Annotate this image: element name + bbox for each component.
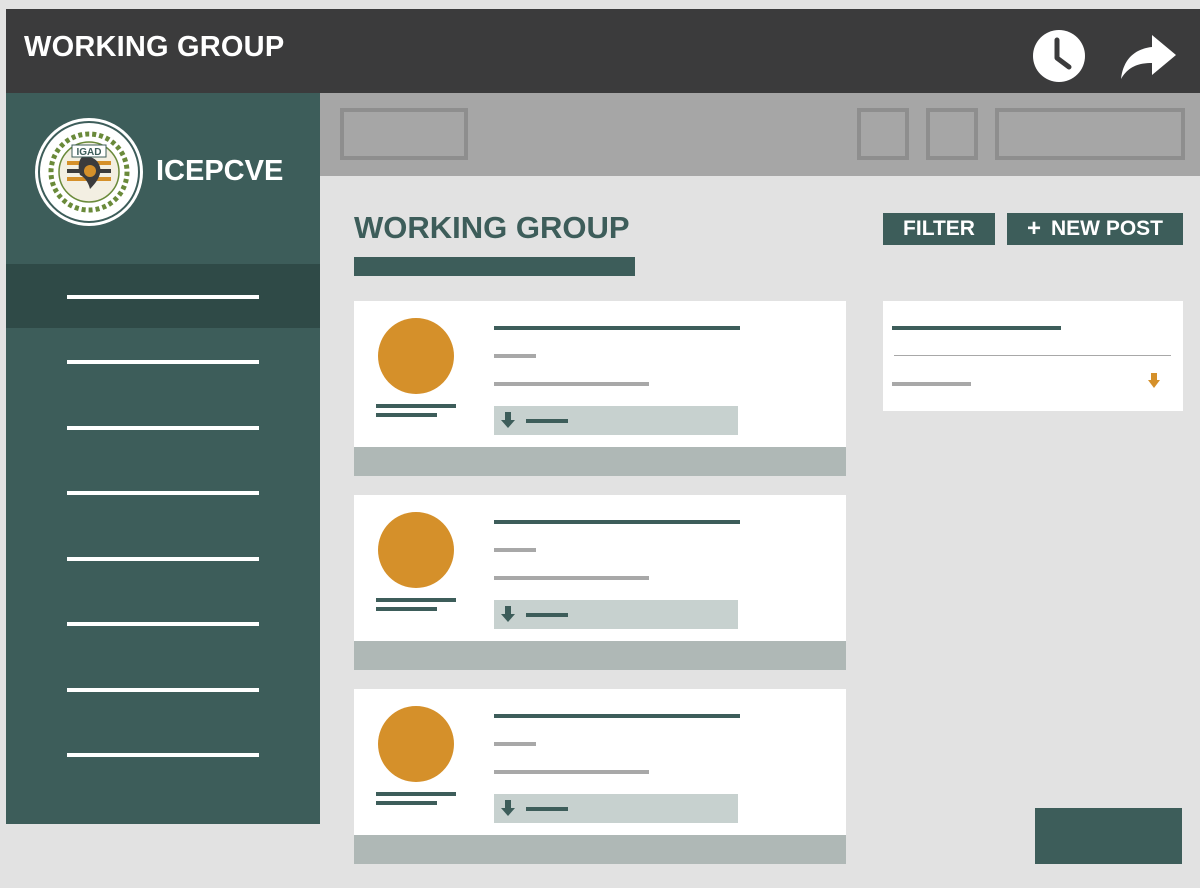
- author-line: [376, 598, 456, 602]
- sidebar-item-8[interactable]: [6, 722, 320, 786]
- post-card-footer: [354, 641, 846, 670]
- attachment-name-line: [526, 807, 568, 811]
- nav-placeholder-line: [67, 426, 259, 430]
- post-title-line: [494, 714, 740, 718]
- post-card[interactable]: [354, 689, 846, 864]
- app-title: WORKING GROUP: [24, 31, 285, 63]
- filter-button[interactable]: FILTER: [883, 213, 995, 245]
- filter-button-label: FILTER: [903, 217, 975, 240]
- nav-placeholder-line: [67, 360, 259, 364]
- panel-title-line: [892, 326, 1061, 330]
- new-post-button-label: NEW POST: [1051, 217, 1164, 240]
- post-card[interactable]: [354, 301, 846, 476]
- post-card[interactable]: [354, 495, 846, 670]
- post-title-line: [494, 326, 740, 330]
- panel-divider: [894, 355, 1171, 356]
- author-line: [376, 413, 437, 417]
- avatar[interactable]: [378, 706, 454, 782]
- nav-placeholder-line: [67, 688, 259, 692]
- toolbar-placeholder-button[interactable]: [857, 108, 909, 160]
- post-card-body: [354, 301, 846, 447]
- plus-icon: +: [1026, 215, 1041, 242]
- sidebar: IGAD ICEPCVE: [6, 93, 320, 824]
- attachment-name-line: [526, 613, 568, 617]
- author-line: [376, 607, 437, 611]
- avatar[interactable]: [378, 512, 454, 588]
- download-icon: [501, 800, 515, 816]
- sidebar-item-3[interactable]: [6, 395, 320, 459]
- nav-placeholder-line: [67, 491, 259, 495]
- nav-placeholder-line: [67, 622, 259, 626]
- toolbar-placeholder-field[interactable]: [995, 108, 1185, 160]
- share-arrow-icon[interactable]: [1118, 31, 1178, 83]
- post-card-body: [354, 495, 846, 641]
- author-line: [376, 792, 456, 796]
- toolbar-placeholder-button[interactable]: [926, 108, 978, 160]
- nav-placeholder-line: [67, 295, 259, 299]
- post-meta-line: [494, 354, 536, 358]
- download-icon: [501, 606, 515, 622]
- toolbar: [320, 93, 1200, 176]
- attachment[interactable]: [494, 406, 738, 435]
- post-text-line: [494, 382, 649, 386]
- sidebar-item-4[interactable]: [6, 460, 320, 524]
- post-text-line: [494, 576, 649, 580]
- post-meta-line: [494, 548, 536, 552]
- title-underline: [354, 257, 635, 276]
- sidebar-item-2[interactable]: [6, 329, 320, 393]
- side-panel: [883, 301, 1183, 411]
- page-title: WORKING GROUP: [354, 210, 630, 245]
- attachment[interactable]: [494, 794, 738, 823]
- post-text-line: [494, 770, 649, 774]
- attachment-name-line: [526, 419, 568, 423]
- igad-logo: IGAD: [35, 118, 143, 226]
- post-card-footer: [354, 447, 846, 476]
- avatar[interactable]: [378, 318, 454, 394]
- post-card-body: [354, 689, 846, 835]
- sidebar-item-6[interactable]: [6, 591, 320, 655]
- toolbar-placeholder-button[interactable]: [340, 108, 468, 160]
- nav-placeholder-line: [67, 753, 259, 757]
- author-line: [376, 404, 456, 408]
- clock-icon[interactable]: [1030, 27, 1088, 85]
- post-card-footer: [354, 835, 846, 864]
- post-meta-line: [494, 742, 536, 746]
- side-action-button[interactable]: [1035, 808, 1182, 864]
- nav-placeholder-line: [67, 557, 259, 561]
- org-name: ICEPCVE: [156, 155, 284, 187]
- sidebar-item-5[interactable]: [6, 526, 320, 590]
- post-title-line: [494, 520, 740, 524]
- sidebar-item-7[interactable]: [6, 657, 320, 721]
- panel-item-line: [892, 382, 971, 386]
- download-icon[interactable]: [1148, 373, 1160, 388]
- sidebar-item-1[interactable]: [6, 264, 320, 328]
- new-post-button[interactable]: + NEW POST: [1007, 213, 1183, 245]
- download-icon: [501, 412, 515, 428]
- top-app-bar: WORKING GROUP: [6, 9, 1200, 93]
- attachment[interactable]: [494, 600, 738, 629]
- author-line: [376, 801, 437, 805]
- logo-text: IGAD: [77, 147, 102, 158]
